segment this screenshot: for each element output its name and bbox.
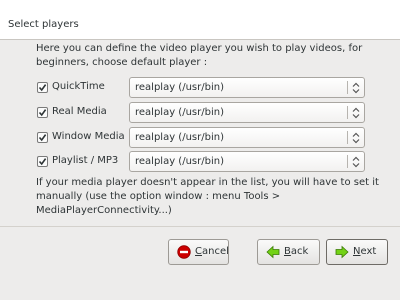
cancel-icon [177,245,191,259]
cancel-button[interactable]: Cancel [168,239,229,265]
back-arrow-icon [266,245,280,259]
playlist-mp3-label: Playlist / MP3 [52,155,119,166]
combo-separator [347,106,348,119]
back-label: Back [284,246,309,257]
updown-arrows-icon [352,107,360,119]
button-area-divider [0,226,400,227]
quicktime-player-select[interactable]: realplay (/usr/bin) [129,77,365,98]
page-title: Select players [8,19,79,30]
window-media-player-select[interactable]: realplay (/usr/bin) [129,127,365,148]
combo-separator [347,155,348,168]
checkmark-icon [38,109,47,117]
window-media-label: Window Media [52,131,125,142]
next-arrow-icon [335,245,349,259]
player-row-real-media: Real Media realplay (/usr/bin) [37,102,367,124]
playlist-mp3-player-select[interactable]: realplay (/usr/bin) [129,151,365,172]
intro-text: Here you can define the video player you… [36,43,363,68]
combo-value: realplay (/usr/bin) [135,156,224,167]
cancel-label: Cancel [195,246,229,257]
window-media-checkbox[interactable] [37,132,48,143]
next-button[interactable]: Next [326,239,388,265]
real-media-label: Real Media [52,106,107,117]
real-media-player-select[interactable]: realplay (/usr/bin) [129,102,365,123]
checkmark-icon [38,158,47,166]
back-button[interactable]: Back [257,239,320,265]
quicktime-label: QuickTime [52,81,105,92]
combo-value: realplay (/usr/bin) [135,132,224,143]
playlist-mp3-checkbox[interactable] [37,156,48,167]
updown-arrows-icon [352,82,360,94]
checkmark-icon [38,134,47,142]
player-row-playlist-mp3: Playlist / MP3 realplay (/usr/bin) [37,151,367,173]
quicktime-checkbox[interactable] [37,82,48,93]
manual-setup-note: If your media player doesn't appear in t… [36,177,379,216]
combo-value: realplay (/usr/bin) [135,82,224,93]
combo-separator [347,131,348,144]
real-media-checkbox[interactable] [37,107,48,118]
wizard-header: Select players [0,0,400,40]
updown-arrows-icon [352,156,360,168]
next-label: Next [353,246,377,257]
combo-separator [347,81,348,94]
player-row-window-media: Window Media realplay (/usr/bin) [37,127,367,149]
combo-value: realplay (/usr/bin) [135,107,224,118]
player-row-quicktime: QuickTime realplay (/usr/bin) [37,77,367,99]
checkmark-icon [38,84,47,92]
updown-arrows-icon [352,132,360,144]
